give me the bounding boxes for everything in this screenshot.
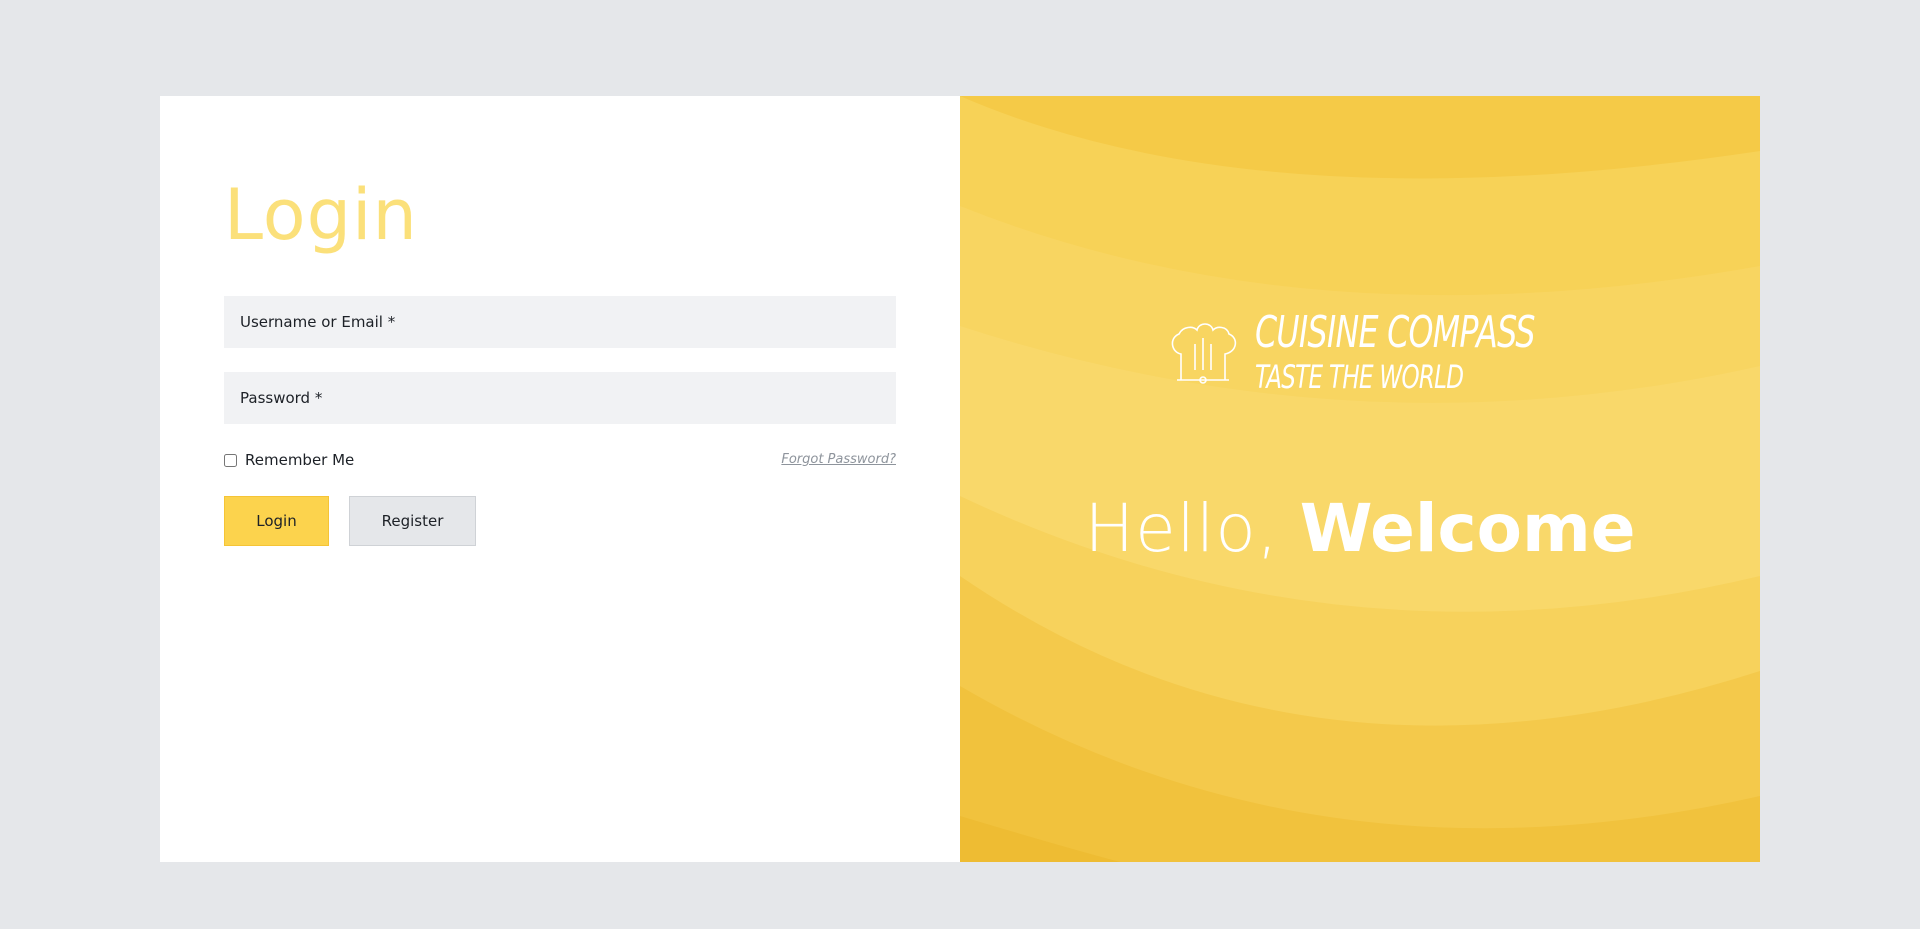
remember-me-label: Remember Me (245, 451, 355, 469)
wave-background (960, 96, 1760, 862)
register-button[interactable]: Register (349, 496, 476, 546)
brand-tagline: TASTE THE WORLD (1255, 358, 1464, 396)
welcome-heading: Hello, Welcome (960, 496, 1760, 562)
page-title: Login (224, 174, 418, 256)
brand-name: CUISINE COMPASS (1255, 307, 1535, 358)
username-input[interactable] (224, 296, 896, 348)
login-button[interactable]: Login (224, 496, 329, 546)
login-card: Login Remember Me Forgot Password? Login… (160, 96, 1760, 862)
forgot-password-link[interactable]: Forgot Password? (781, 452, 896, 467)
brand-logo: CUISINE COMPASS TASTE THE WORLD (1165, 311, 1644, 393)
greeting-light: Hello, (1084, 490, 1279, 567)
password-input[interactable] (224, 372, 896, 424)
chef-hat-icon (1171, 323, 1237, 384)
login-panel: Login Remember Me Forgot Password? Login… (160, 96, 960, 862)
remember-me[interactable]: Remember Me (224, 451, 354, 469)
remember-me-checkbox[interactable] (224, 453, 237, 467)
greeting-bold: Welcome (1299, 490, 1636, 567)
welcome-panel: CUISINE COMPASS TASTE THE WORLD Hello, W… (960, 96, 1760, 862)
